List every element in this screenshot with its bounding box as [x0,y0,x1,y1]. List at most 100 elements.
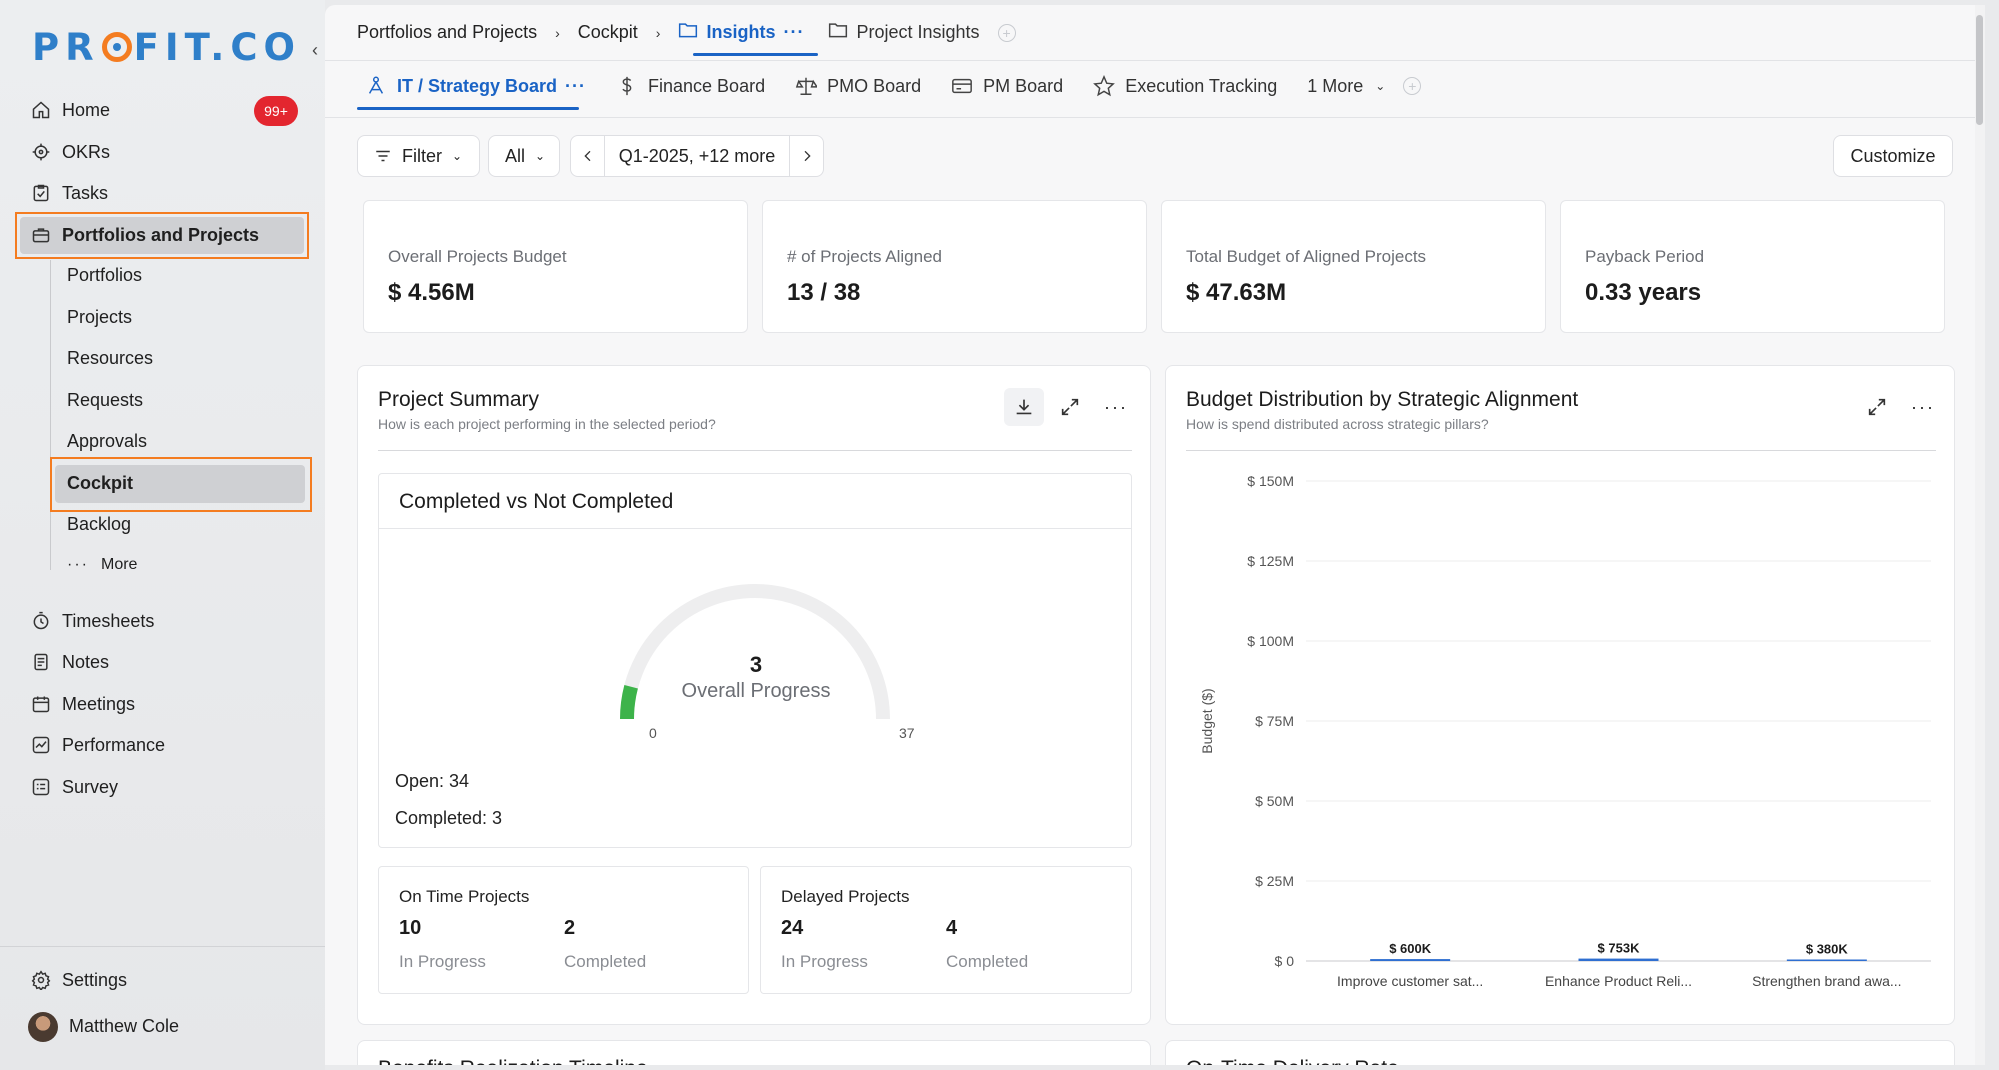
tab-execution-tracking[interactable]: Execution Tracking [1093,75,1277,97]
stat-card-payback-period: Payback Period 0.33 years [1560,200,1945,333]
completed-value: 4 [946,917,958,939]
avatar[interactable] [28,1012,58,1042]
active-board-indicator [357,107,579,110]
chevron-right-icon[interactable] [789,136,823,176]
chevron-down-icon: ⌄ [452,149,463,163]
nav-survey[interactable]: Survey [30,769,118,805]
calendar-icon [30,693,52,715]
nav-label: Portfolios and Projects [62,224,260,245]
bar-data-label: $ 380K [1806,942,1849,957]
nav-portfolios-and-projects[interactable]: Portfolios and Projects [30,217,259,253]
y-tick-label: $ 125M [1247,553,1294,569]
nav-tasks[interactable]: Tasks [30,175,108,211]
nav-okrs[interactable]: OKRs [30,134,110,170]
sidebar: PR FIT.CO ‹ Home 99+ OKRs Tasks Portfolio… [0,0,325,1070]
stat-label: # of Projects Aligned [787,247,942,266]
add-tab-icon[interactable]: + [997,23,1016,42]
panel-divider [378,450,1132,451]
tab-label: 1 More [1307,75,1364,96]
bar [1786,959,1867,961]
gear-icon [30,969,52,991]
expand-button[interactable] [1050,388,1090,426]
bar-data-label: $ 753K [1598,941,1641,956]
user-name[interactable]: Matthew Cole [69,1008,179,1044]
tab-label: Finance Board [648,75,766,96]
tab-insights[interactable]: Insights ··· [678,21,804,44]
more-options-icon[interactable]: ··· [783,22,804,43]
nav-notes[interactable]: Notes [30,644,109,680]
x-tick-label: Improve customer sat... [1337,973,1483,989]
budget-distribution-panel: Budget Distribution by Strategic Alignme… [1165,365,1955,1025]
chevron-left-icon[interactable] [571,136,605,176]
on-time-projects-card: On Time Projects 10 2 In Progress Comple… [378,866,749,994]
benefits-timeline-panel: Benefits Realization Timeline [357,1040,1151,1065]
in-progress-value: 24 [781,917,804,939]
panel-subtitle: How is spend distributed across strategi… [1186,416,1489,432]
nav-label: Performance [62,734,166,755]
y-tick-label: $ 50M [1255,793,1294,809]
customize-button[interactable]: Customize [1833,135,1953,177]
tab-finance-board[interactable]: Finance Board [616,75,765,97]
in-progress-label: In Progress [399,952,486,971]
tab-more[interactable]: 1 More ⌄ [1307,76,1385,97]
nav-timesheets[interactable]: Timesheets [30,603,154,639]
subnav-cockpit[interactable]: Cockpit [67,473,133,494]
subnav-backlog[interactable]: Backlog [67,514,131,535]
profitco-logo[interactable]: PR FIT.CO [32,26,301,69]
tab-label: Execution Tracking [1125,75,1278,96]
expand-button[interactable] [1857,388,1897,426]
scrollbar-thumb[interactable] [1976,15,1983,125]
scope-label: All [505,145,526,166]
budget-bar-chart: $ 0 $ 25M $ 50M $ 75M $ 100M $ 125M $ 150M Budg… [1199,473,1931,989]
scope-select[interactable]: All ⌄ [488,135,560,177]
bar [1370,959,1451,961]
nav-meetings[interactable]: Meetings [30,686,135,722]
collapse-sidebar-icon[interactable]: ‹ [312,40,318,61]
tab-label: PMO Board [827,75,922,96]
breadcrumb-cockpit[interactable]: Cockpit [578,22,638,43]
nav-label: Tasks [62,182,109,203]
nav-settings[interactable]: Settings [30,962,127,998]
add-board-icon[interactable]: + [1403,77,1422,95]
breadcrumb-portfolios[interactable]: Portfolios and Projects [357,22,537,43]
filter-button[interactable]: Filter ⌄ [357,135,480,177]
more-options-button[interactable]: ··· [1903,388,1943,426]
subnav-approvals[interactable]: Approvals [67,431,147,452]
open-count: Open: 34 [395,771,470,791]
tab-pmo-board[interactable]: PMO Board [795,75,921,97]
filter-icon [376,150,390,162]
subnav-more[interactable]: ··· More [67,556,137,574]
panel-subtitle: How is each project performing in the se… [378,416,716,432]
subnav-resources[interactable]: Resources [67,348,153,369]
card-divider [379,528,1131,529]
gauge-label: Overall Progress [681,680,831,702]
nav-label: Notes [62,651,110,672]
submenu-guide-line [50,260,51,570]
bar-data-label: $ 600K [1389,941,1432,956]
more-dots-icon: ··· [67,556,89,573]
nav-performance[interactable]: Performance [30,727,165,763]
tab-it-strategy-board[interactable]: IT / Strategy Board ··· [365,75,586,97]
subnav-projects[interactable]: Projects [67,307,132,328]
download-button[interactable] [1004,388,1044,426]
more-options-button[interactable]: ··· [1096,388,1136,426]
sidebar-divider [0,946,325,947]
stat-card-projects-aligned: # of Projects Aligned 13 / 38 [762,200,1147,333]
subnav-portfolios[interactable]: Portfolios [67,265,142,286]
briefcase-icon [30,224,52,246]
panel-title: Project Summary [378,388,540,411]
more-options-icon[interactable]: ··· [565,76,586,97]
on-time-delivery-panel: On-Time Delivery Rate [1165,1040,1955,1065]
scrollbar[interactable] [1975,5,1985,1065]
board-tabs-divider [325,117,1985,118]
breadcrumb: Portfolios and Projects › Cockpit › Insi… [357,21,1016,44]
more-dots-icon: ··· [1911,396,1935,417]
subnav-requests[interactable]: Requests [67,390,143,411]
period-label[interactable]: Q1-2025, +12 more [605,146,789,167]
card-title: Delayed Projects [781,887,910,906]
completed-value: 2 [564,917,576,939]
tab-project-insights[interactable]: Project Insights [828,21,980,44]
nav-home[interactable]: Home [30,92,110,128]
card-icon [952,78,973,94]
tab-pm-board[interactable]: PM Board [951,75,1063,97]
